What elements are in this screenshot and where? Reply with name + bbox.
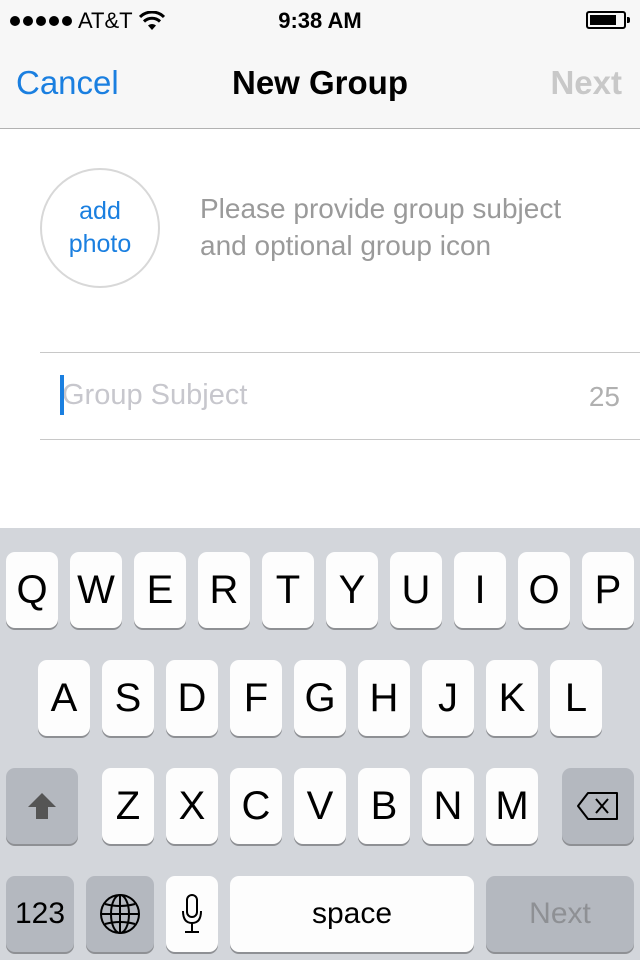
battery-icon (586, 11, 630, 29)
key[interactable]: X (166, 768, 218, 844)
key[interactable]: H (358, 660, 410, 736)
delete-icon (577, 792, 618, 820)
key[interactable]: O (518, 552, 570, 628)
group-subject-input[interactable] (62, 375, 562, 415)
next-button[interactable]: Next (550, 64, 622, 102)
key[interactable]: W (70, 552, 122, 628)
character-counter: 25 (588, 381, 620, 412)
key[interactable]: J (422, 660, 474, 736)
key[interactable]: D (166, 660, 218, 736)
navigation-bar: Cancel New Group Next (0, 40, 640, 129)
numbers-key[interactable]: 123 (6, 876, 74, 952)
shift-icon (28, 793, 56, 819)
key[interactable]: Y (326, 552, 378, 628)
add-photo-label-line1: add (79, 197, 121, 225)
instructions-text: Please provide group subject and optiona… (200, 190, 630, 264)
key[interactable]: N (422, 768, 474, 844)
hint-line2: and optional group icon (200, 230, 492, 261)
space-key[interactable]: space (230, 876, 474, 952)
cancel-button[interactable]: Cancel (16, 64, 119, 102)
key[interactable]: T (262, 552, 314, 628)
add-photo-button[interactable]: add photo (40, 168, 160, 288)
add-photo-label-line2: photo (68, 230, 132, 258)
key[interactable]: G (294, 660, 346, 736)
microphone-icon (182, 894, 202, 933)
group-subject-field[interactable]: 25 (40, 353, 640, 439)
key[interactable]: Z (102, 768, 154, 844)
key[interactable]: C (230, 768, 282, 844)
delete-key[interactable] (562, 768, 634, 844)
key[interactable]: Q (6, 552, 58, 628)
key[interactable]: K (486, 660, 538, 736)
key[interactable]: U (390, 552, 442, 628)
key[interactable]: B (358, 768, 410, 844)
key[interactable]: A (38, 660, 90, 736)
clock: 9:38 AM (278, 8, 362, 33)
microphone-key[interactable] (166, 876, 218, 952)
divider (40, 439, 640, 440)
key[interactable]: I (454, 552, 506, 628)
globe-key[interactable] (86, 876, 154, 952)
hint-line1: Please provide group subject (200, 193, 562, 224)
return-next-key[interactable]: Next (486, 876, 634, 952)
key[interactable]: M (486, 768, 538, 844)
key[interactable]: P (582, 552, 634, 628)
key[interactable]: L (550, 660, 602, 736)
key[interactable]: E (134, 552, 186, 628)
keyboard: QWERTYUIOP ASDFGHJKL ZXCVBNM 123 space N… (0, 528, 640, 960)
key[interactable]: F (230, 660, 282, 736)
key[interactable]: R (198, 552, 250, 628)
status-bar: AT&T 9:38 AM (0, 0, 640, 40)
shift-key[interactable] (6, 768, 78, 844)
key[interactable]: S (102, 660, 154, 736)
key[interactable]: V (294, 768, 346, 844)
globe-icon (100, 894, 140, 934)
text-cursor (60, 375, 64, 415)
